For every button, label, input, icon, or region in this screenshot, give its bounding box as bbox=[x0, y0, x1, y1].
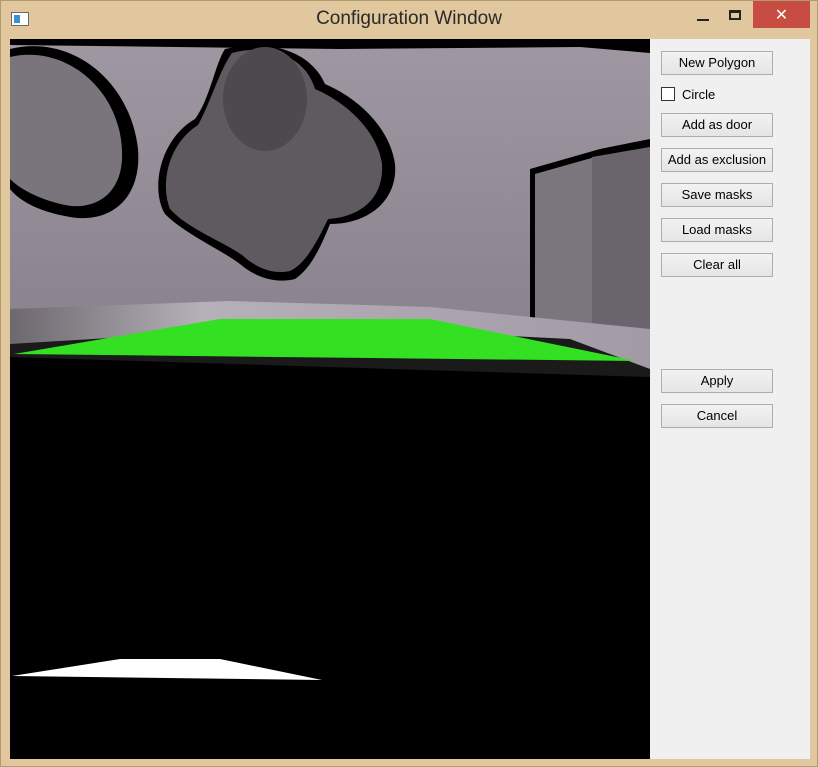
control-panel: New Polygon Circle Add as door Add as ex… bbox=[650, 39, 810, 759]
minimize-button[interactable] bbox=[689, 1, 717, 28]
circle-checkbox[interactable] bbox=[661, 87, 675, 101]
close-button[interactable]: ✕ bbox=[753, 1, 810, 28]
person-head bbox=[223, 47, 307, 151]
add-as-exclusion-button[interactable]: Add as exclusion bbox=[661, 148, 773, 172]
circle-checkbox-row[interactable]: Circle bbox=[661, 86, 715, 102]
client-area: New Polygon Circle Add as door Add as ex… bbox=[10, 39, 810, 759]
new-polygon-button[interactable]: New Polygon bbox=[661, 51, 773, 75]
depth-image bbox=[10, 39, 650, 759]
load-masks-button[interactable]: Load masks bbox=[661, 218, 773, 242]
maximize-button[interactable] bbox=[721, 1, 749, 28]
close-icon: ✕ bbox=[774, 5, 789, 24]
circle-label[interactable]: Circle bbox=[682, 87, 715, 102]
clear-all-button[interactable]: Clear all bbox=[661, 253, 773, 277]
save-masks-button[interactable]: Save masks bbox=[661, 183, 773, 207]
maximize-icon bbox=[729, 9, 741, 20]
apply-button[interactable]: Apply bbox=[661, 369, 773, 393]
right-cabinet-side bbox=[592, 147, 650, 339]
title-bar[interactable]: Configuration Window ✕ bbox=[1, 1, 817, 39]
depth-image-canvas[interactable] bbox=[10, 39, 650, 759]
add-as-door-button[interactable]: Add as door bbox=[661, 113, 773, 137]
minimize-icon bbox=[697, 18, 709, 21]
cancel-button[interactable]: Cancel bbox=[661, 404, 773, 428]
configuration-window: Configuration Window ✕ New Polygon Circl… bbox=[0, 0, 818, 767]
